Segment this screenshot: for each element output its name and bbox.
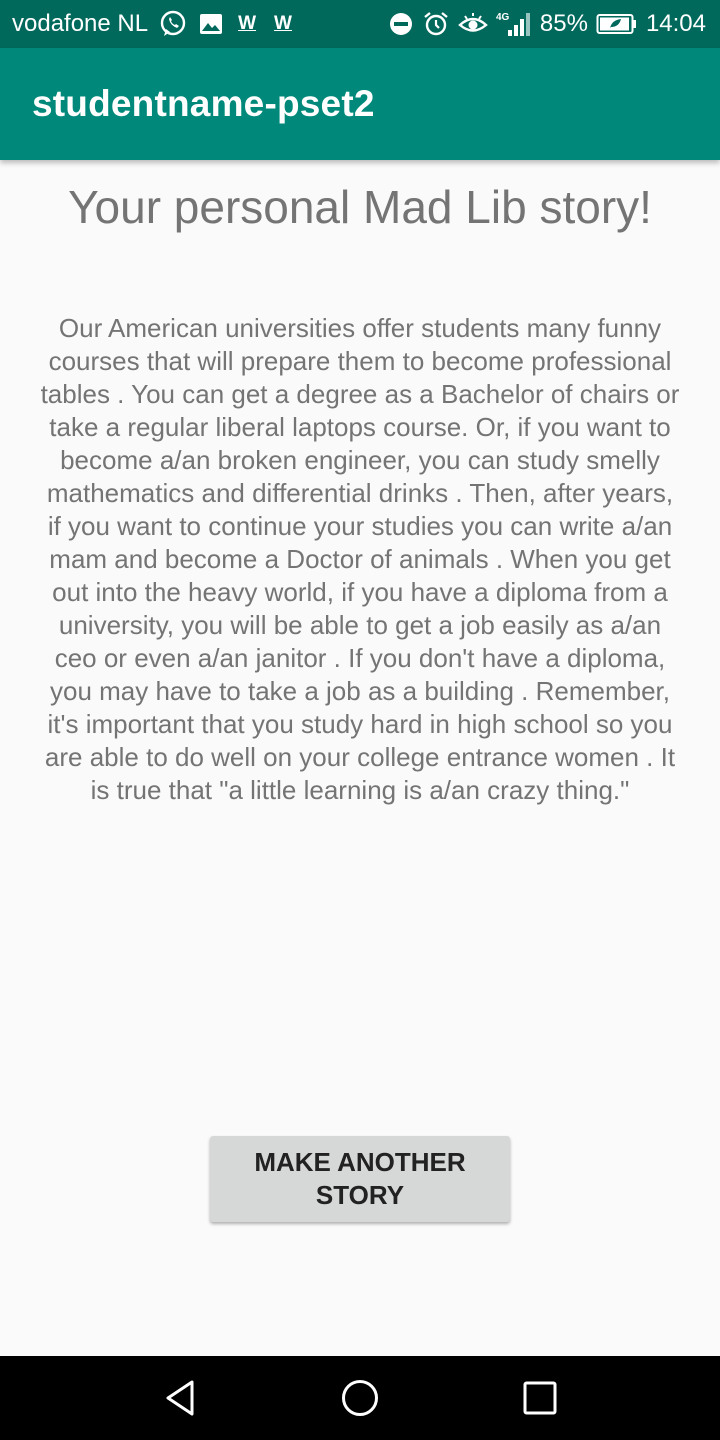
recents-icon[interactable] [518, 1376, 562, 1420]
back-icon[interactable] [158, 1376, 202, 1420]
eye-icon [458, 11, 488, 37]
battery-percent: 85% [539, 10, 588, 37]
story-text: Our American universities offer students… [40, 313, 680, 805]
w-icon: W [238, 13, 257, 34]
status-bar: vodafone NL W W 4G 85% 14:04 [0, 0, 720, 48]
gallery-icon [198, 11, 224, 37]
battery-icon [596, 12, 638, 36]
network-type-label: 4G [496, 12, 510, 23]
app-bar: studentname-pset2 [0, 48, 720, 160]
status-right: 4G 85% 14:04 [388, 10, 706, 38]
navigation-bar [0, 1356, 720, 1440]
page-title: Your personal Mad Lib story! [68, 181, 652, 233]
alarm-icon [422, 10, 450, 38]
w-icon: W [274, 13, 292, 34]
app-title: studentname-pset2 [32, 83, 375, 124]
status-left: vodafone NL W W [12, 9, 388, 39]
whatsapp-icon [158, 9, 188, 39]
home-icon[interactable] [338, 1376, 382, 1420]
make-another-story-button[interactable]: MAKE ANOTHER STORY [210, 1136, 510, 1222]
do-not-disturb-icon [388, 11, 414, 37]
clock: 14:04 [645, 10, 706, 37]
signal-4g-icon: 4G [496, 10, 532, 38]
carrier-label: vodafone NL [12, 10, 149, 37]
